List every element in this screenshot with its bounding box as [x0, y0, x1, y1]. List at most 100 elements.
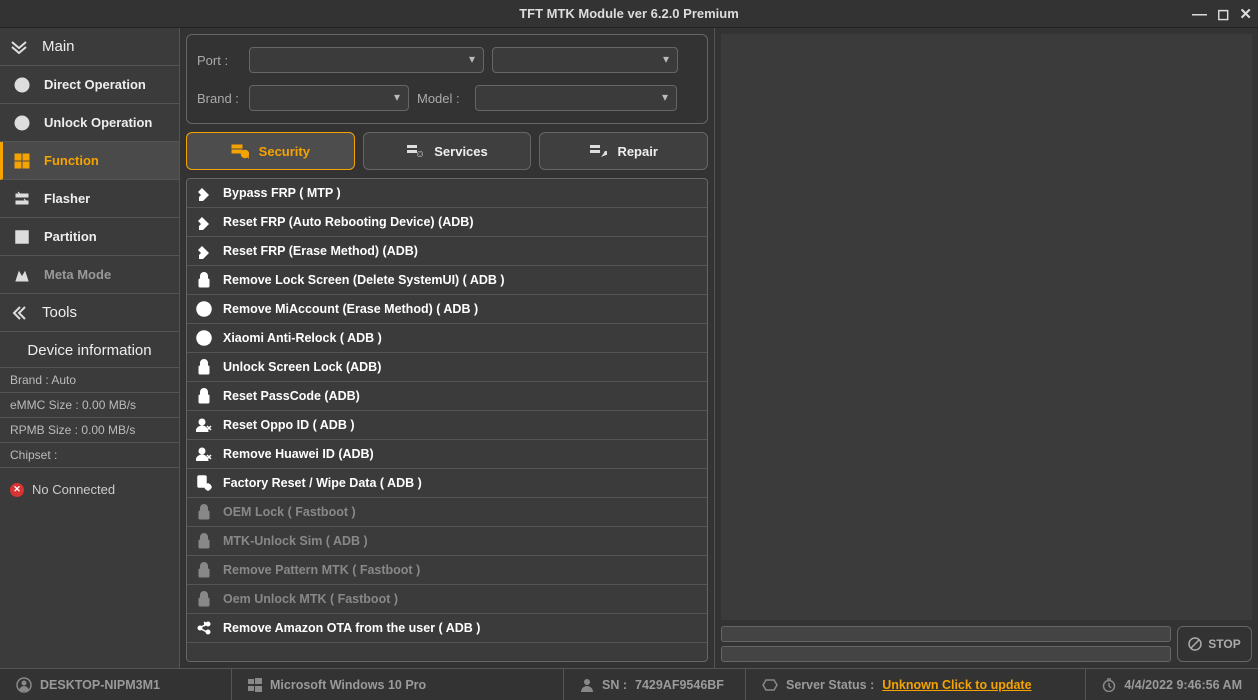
user-icon	[16, 677, 32, 693]
port-label: Port :	[197, 53, 241, 68]
sidebar-item-flasher[interactable]: Flasher	[0, 180, 179, 218]
sidebar-item-function[interactable]: Function	[0, 142, 179, 180]
tab-security[interactable]: Security	[186, 132, 355, 170]
user-icon	[195, 330, 213, 346]
action-item[interactable]: Reset FRP (Erase Method) (ADB)	[187, 237, 707, 266]
partition-icon	[12, 229, 32, 245]
window-title: TFT MTK Module ver 6.2.0 Premium	[519, 6, 739, 21]
action-item[interactable]: Factory Reset / Wipe Data ( ADB )	[187, 469, 707, 498]
tab-label: Repair	[617, 144, 657, 159]
action-label: Remove Amazon OTA from the user ( ADB )	[223, 621, 480, 635]
repair-icon	[589, 143, 607, 159]
gear-icon	[195, 475, 213, 491]
action-label: Remove MiAccount (Erase Method) ( ADB )	[223, 302, 478, 316]
sidebar-main-header[interactable]: Main	[0, 28, 179, 66]
sidebar-item-unlock-operation[interactable]: Unlock Operation	[0, 104, 179, 142]
sidebar-item-direct-operation[interactable]: Direct Operation	[0, 66, 179, 104]
action-item[interactable]: MTK-Unlock Sim ( ADB )	[187, 527, 707, 556]
sidebar-item-label: Direct Operation	[44, 77, 146, 92]
action-item[interactable]: Reset FRP (Auto Rebooting Device) (ADB)	[187, 208, 707, 237]
datetime: 4/4/2022 9:46:56 AM	[1124, 678, 1242, 692]
sn-icon	[580, 678, 594, 692]
device-chipset: Chipset :	[0, 443, 179, 468]
action-item[interactable]: Remove Lock Screen (Delete SystemUI) ( A…	[187, 266, 707, 295]
action-item[interactable]: Oem Unlock MTK ( Fastboot )	[187, 585, 707, 614]
device-rpmb: RPMB Size : 0.00 MB/s	[0, 418, 179, 443]
port-select-2[interactable]	[492, 47, 678, 73]
close-button[interactable]: ✕	[1239, 5, 1252, 23]
sidebar-item-partition[interactable]: Partition	[0, 218, 179, 256]
action-label: MTK-Unlock Sim ( ADB )	[223, 534, 368, 548]
function-icon	[12, 153, 32, 169]
action-label: Remove Huawei ID (ADB)	[223, 447, 374, 461]
action-label: Oem Unlock MTK ( Fastboot )	[223, 592, 398, 606]
device-info-title: Device information	[0, 332, 179, 368]
action-label: Reset Oppo ID ( ADB )	[223, 418, 354, 432]
flasher-icon	[12, 191, 32, 207]
sidebar-item-label: Partition	[44, 229, 97, 244]
sidebar-tools-header[interactable]: Tools	[0, 294, 179, 332]
sidebar-item-meta-mode[interactable]: Meta Mode	[0, 256, 179, 294]
windows-icon	[248, 678, 262, 692]
port-select[interactable]	[249, 47, 484, 73]
eraser-icon	[195, 243, 213, 259]
actions-list[interactable]: Bypass FRP ( MTP ) Reset FRP (Auto Reboot…	[186, 178, 708, 662]
eraser-icon	[195, 185, 213, 201]
sn-value: 7429AF9546BF	[635, 678, 724, 692]
action-item[interactable]: Remove MiAccount (Erase Method) ( ADB )	[187, 295, 707, 324]
device-emmc: eMMC Size : 0.00 MB/s	[0, 393, 179, 418]
eraser-icon	[195, 214, 213, 230]
sidebar-item-label: Meta Mode	[44, 267, 111, 282]
tab-services[interactable]: Services	[363, 132, 532, 170]
tab-label: Services	[434, 144, 488, 159]
userx-icon	[195, 446, 213, 462]
progress-bar-1	[721, 626, 1171, 642]
direct-operation-icon	[12, 77, 32, 93]
port-panel: Port : Brand : Model :	[186, 34, 708, 124]
server-status-link[interactable]: Unknown Click to update	[882, 678, 1031, 692]
log-area[interactable]	[721, 34, 1252, 620]
lock-icon	[195, 562, 213, 578]
progress-bar-2	[721, 646, 1171, 662]
model-select[interactable]	[475, 85, 677, 111]
user-icon	[195, 301, 213, 317]
os-name: Microsoft Windows 10 Pro	[270, 678, 426, 692]
lock-icon	[195, 359, 213, 375]
meta-mode-icon	[12, 267, 32, 283]
action-label: Bypass FRP ( MTP )	[223, 186, 341, 200]
chevron-left-icon	[10, 306, 32, 320]
action-item[interactable]: Reset Oppo ID ( ADB )	[187, 411, 707, 440]
stop-button[interactable]: STOP	[1177, 626, 1252, 662]
action-item[interactable]: Reset PassCode (ADB)	[187, 382, 707, 411]
brand-select[interactable]	[249, 85, 409, 111]
title-bar: TFT MTK Module ver 6.2.0 Premium — ◻ ✕	[0, 0, 1258, 28]
sidebar-item-label: Function	[44, 153, 99, 168]
action-label: Reset PassCode (ADB)	[223, 389, 360, 403]
action-item[interactable]: Unlock Screen Lock (ADB)	[187, 353, 707, 382]
action-label: Reset FRP (Auto Rebooting Device) (ADB)	[223, 215, 473, 229]
log-panel: STOP	[714, 28, 1258, 668]
action-item[interactable]: Xiaomi Anti-Relock ( ADB )	[187, 324, 707, 353]
action-label: Remove Pattern MTK ( Fastboot )	[223, 563, 420, 577]
action-item[interactable]: OEM Lock ( Fastboot )	[187, 498, 707, 527]
brand-label: Brand :	[197, 91, 241, 106]
tab-repair[interactable]: Repair	[539, 132, 708, 170]
sidebar-item-label: Unlock Operation	[44, 115, 152, 130]
security-icon	[231, 143, 249, 159]
status-bar: DESKTOP-NIPM3M1 Microsoft Windows 10 Pro…	[0, 668, 1258, 700]
action-item[interactable]: Bypass FRP ( MTP )	[187, 179, 707, 208]
connection-status: ✕ No Connected	[0, 468, 179, 511]
server-icon	[762, 678, 778, 692]
action-item[interactable]: Remove Huawei ID (ADB)	[187, 440, 707, 469]
model-label: Model :	[417, 91, 467, 106]
device-brand: Brand : Auto	[0, 368, 179, 393]
stop-icon	[1188, 637, 1202, 651]
action-item[interactable]: Remove Pattern MTK ( Fastboot )	[187, 556, 707, 585]
maximize-button[interactable]: ◻	[1217, 5, 1229, 23]
minimize-button[interactable]: —	[1192, 6, 1207, 23]
connection-status-label: No Connected	[32, 482, 115, 497]
unlock-operation-icon	[12, 115, 32, 131]
userx-icon	[195, 417, 213, 433]
desktop-name: DESKTOP-NIPM3M1	[40, 678, 160, 692]
action-item[interactable]: Remove Amazon OTA from the user ( ADB )	[187, 614, 707, 643]
